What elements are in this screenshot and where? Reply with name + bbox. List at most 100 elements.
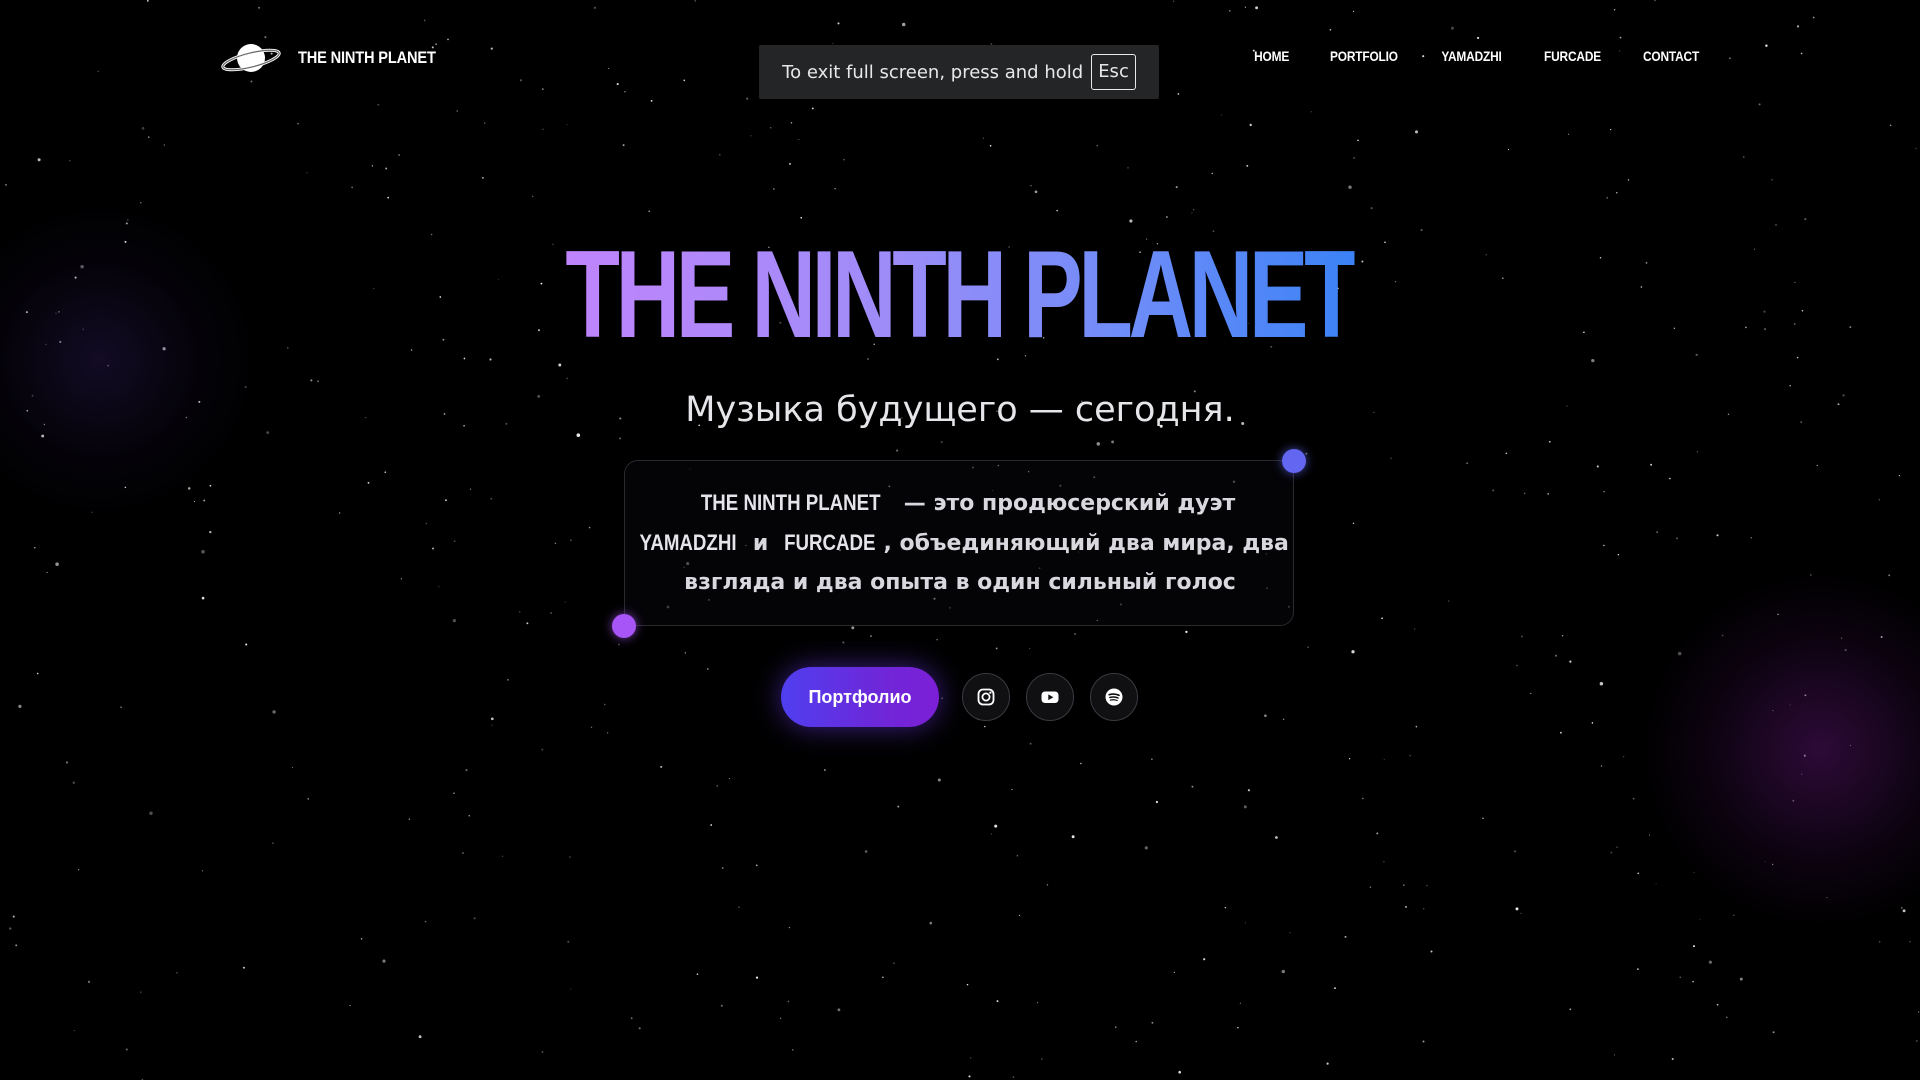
- star: [996, 1000, 999, 1003]
- star: [1307, 646, 1309, 648]
- esc-key-label: Esc: [1091, 54, 1136, 90]
- star: [1613, 8, 1616, 11]
- star: [456, 110, 458, 112]
- star: [473, 917, 476, 920]
- star: [418, 1035, 422, 1039]
- nav-yamadzhi[interactable]: YAMADZHI: [1441, 48, 1502, 64]
- star: [1654, 0, 1656, 2]
- star: [1114, 1026, 1117, 1029]
- star: [696, 973, 699, 976]
- star: [1029, 742, 1032, 745]
- star: [1898, 474, 1901, 477]
- star: [770, 127, 772, 129]
- nav-portfolio[interactable]: PORTFOLIO: [1330, 48, 1398, 64]
- star: [800, 216, 803, 219]
- star: [590, 726, 593, 729]
- star: [593, 6, 597, 9]
- instagram-link[interactable]: [962, 673, 1010, 721]
- star: [1743, 156, 1745, 158]
- youtube-link[interactable]: [1026, 673, 1074, 721]
- star: [438, 586, 440, 588]
- star: [710, 824, 713, 826]
- star: [773, 188, 775, 190]
- portfolio-button[interactable]: Портфолио: [781, 667, 939, 727]
- star: [1423, 908, 1425, 910]
- star: [721, 867, 724, 869]
- star: [1211, 172, 1213, 175]
- star: [36, 672, 39, 675]
- star: [541, 748, 544, 751]
- nav-contact[interactable]: CONTACT: [1643, 48, 1699, 64]
- star: [1521, 635, 1523, 638]
- star: [125, 1048, 128, 1051]
- star: [1426, 884, 1428, 887]
- star: [834, 188, 836, 190]
- star: [1185, 630, 1188, 634]
- star: [1155, 800, 1158, 804]
- star: [491, 724, 493, 726]
- star: [570, 539, 572, 541]
- star: [550, 612, 552, 614]
- nav-furcade[interactable]: FURCADE: [1544, 48, 1601, 64]
- star: [367, 481, 370, 484]
- star: [72, 781, 75, 784]
- star: [750, 135, 752, 137]
- star: [1693, 945, 1695, 948]
- star: [564, 601, 566, 603]
- star: [929, 921, 933, 925]
- star: [619, 437, 622, 440]
- star: [843, 158, 845, 161]
- star: [201, 596, 205, 600]
- star: [1096, 145, 1098, 147]
- star: [1693, 871, 1695, 873]
- star: [146, 0, 149, 2]
- star: [1514, 850, 1517, 853]
- site-logo-link[interactable]: THE NINTH PLANET: [220, 38, 458, 78]
- star: [970, 1057, 972, 1059]
- star: [1409, 754, 1411, 757]
- star: [1281, 969, 1285, 974]
- star: [1348, 758, 1351, 760]
- star: [1547, 493, 1550, 495]
- star: [209, 484, 212, 487]
- star: [630, 1017, 633, 1020]
- star: [1376, 832, 1379, 835]
- star: [1803, 754, 1806, 757]
- star: [1482, 817, 1484, 819]
- hero-title: THE NINTH PLANET: [0, 225, 1920, 365]
- star: [1902, 909, 1906, 913]
- star: [65, 761, 69, 764]
- description-part-2: и: [745, 531, 776, 556]
- star: [425, 522, 428, 525]
- star: [1041, 1058, 1043, 1060]
- spotify-link[interactable]: [1090, 673, 1138, 721]
- star: [519, 79, 522, 82]
- star: [1772, 1031, 1775, 1034]
- star: [1203, 958, 1206, 961]
- star: [1151, 1021, 1154, 1024]
- star: [490, 497, 493, 500]
- star: [851, 626, 855, 630]
- star: [1616, 846, 1618, 848]
- star: [1733, 914, 1735, 917]
- star: [1191, 212, 1193, 214]
- star: [176, 971, 178, 974]
- nav-home[interactable]: HOME: [1254, 48, 1289, 64]
- star: [120, 706, 122, 709]
- fullscreen-exit-notice: To exit full screen, press and hold Esc: [759, 45, 1159, 99]
- star: [1056, 209, 1058, 212]
- star: [272, 710, 276, 714]
- star: [787, 1000, 790, 1003]
- star: [1669, 477, 1671, 480]
- star: [1777, 613, 1779, 616]
- star: [1383, 861, 1385, 863]
- star: [1599, 682, 1604, 686]
- star: [481, 176, 484, 179]
- star: [1016, 854, 1019, 857]
- star: [33, 546, 36, 549]
- star: [1144, 846, 1148, 850]
- star: [245, 643, 248, 646]
- star: [1889, 124, 1892, 127]
- star: [1492, 489, 1495, 492]
- star: [387, 196, 390, 199]
